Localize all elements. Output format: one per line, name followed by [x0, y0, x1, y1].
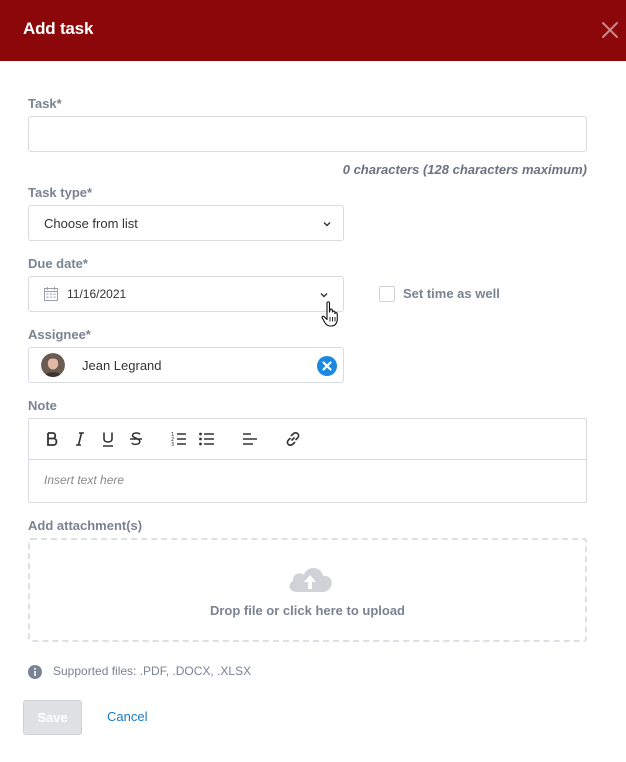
- set-time-label: Set time as well: [403, 286, 500, 301]
- chevron-down-icon: [323, 222, 331, 227]
- task-type-label: Task type*: [28, 185, 93, 200]
- note-placeholder: Insert text here: [44, 473, 125, 487]
- assignee-name: Jean Legrand: [82, 358, 162, 373]
- bullet-list-icon[interactable]: [198, 430, 216, 448]
- file-dropzone[interactable]: Drop file or click here to upload: [28, 538, 587, 642]
- close-icon[interactable]: [599, 19, 621, 41]
- link-icon[interactable]: [284, 430, 302, 448]
- clear-icon[interactable]: [317, 356, 337, 376]
- due-date-value: 11/16/2021: [67, 287, 127, 301]
- align-left-icon[interactable]: [241, 430, 259, 448]
- underline-icon[interactable]: [99, 430, 117, 448]
- hand-cursor-icon: [321, 301, 338, 327]
- note-editor[interactable]: 1 2 3 Insert text here: [28, 418, 587, 503]
- svg-text:3: 3: [171, 442, 174, 448]
- calendar-icon: [44, 287, 58, 301]
- bold-icon[interactable]: [43, 430, 61, 448]
- chevron-down-icon: [320, 293, 328, 298]
- due-date-label: Due date*: [28, 256, 88, 271]
- dropzone-text: Drop file or click here to upload: [209, 603, 406, 618]
- due-date-picker[interactable]: 11/16/2021: [28, 276, 344, 312]
- task-input[interactable]: [28, 116, 587, 152]
- cloud-upload-icon: [289, 568, 332, 592]
- strikethrough-icon[interactable]: [127, 430, 145, 448]
- supported-files-text: Supported files: .PDF, .DOCX, .XLSX: [53, 664, 252, 678]
- avatar: [41, 353, 65, 377]
- ordered-list-icon[interactable]: 1 2 3: [170, 430, 188, 448]
- attachments-label: Add attachment(s): [28, 518, 143, 533]
- assignee-field[interactable]: Jean Legrand: [28, 347, 344, 383]
- note-label: Note: [28, 398, 57, 413]
- task-type-value: Choose from list: [44, 216, 138, 231]
- modal-header: Add task: [0, 0, 626, 61]
- assignee-label: Assignee*: [28, 327, 91, 342]
- cancel-button[interactable]: Cancel: [107, 709, 147, 724]
- editor-toolbar: 1 2 3: [29, 419, 586, 460]
- italic-icon[interactable]: [71, 430, 89, 448]
- task-type-select[interactable]: Choose from list: [28, 205, 344, 241]
- character-count: 0 characters (128 characters maximum): [342, 162, 587, 177]
- task-label: Task*: [28, 96, 62, 111]
- modal-title: Add task: [23, 19, 94, 38]
- info-icon: [28, 665, 42, 679]
- save-button[interactable]: Save: [23, 700, 82, 735]
- set-time-checkbox[interactable]: [379, 286, 395, 302]
